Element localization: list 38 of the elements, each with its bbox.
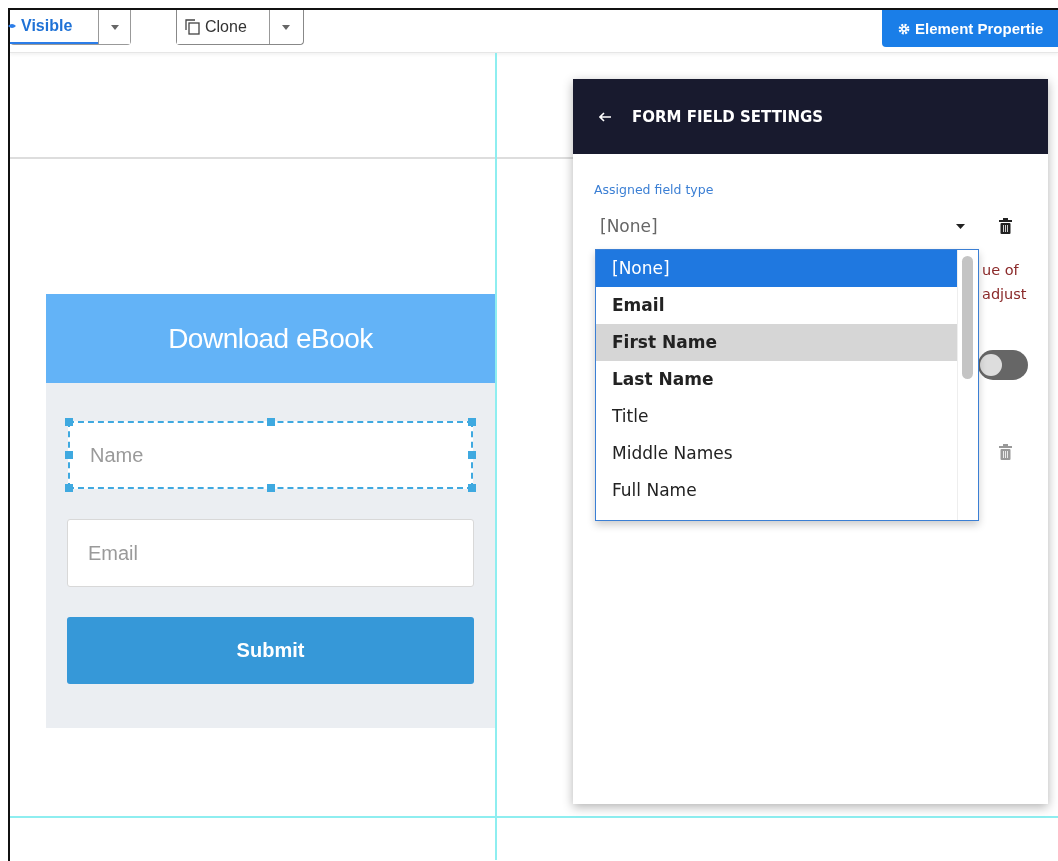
caret-icon bbox=[110, 24, 119, 30]
resize-handle[interactable] bbox=[65, 484, 73, 492]
toggle-switch[interactable] bbox=[978, 350, 1028, 380]
dropdown-button[interactable] bbox=[269, 10, 301, 44]
dropdown-option[interactable]: Full Name bbox=[596, 472, 957, 509]
resize-handle[interactable] bbox=[266, 484, 275, 492]
resize-handle[interactable] bbox=[266, 418, 275, 426]
resize-handle[interactable] bbox=[468, 418, 476, 426]
text-field[interactable]: Email bbox=[68, 520, 473, 586]
text-field[interactable]: Name bbox=[70, 423, 471, 487]
resize-handle[interactable] bbox=[468, 451, 476, 459]
copy-icon bbox=[185, 19, 200, 35]
trash-icon[interactable] bbox=[999, 218, 1012, 234]
dropdown-option[interactable]: Middle Names bbox=[596, 435, 957, 472]
gear-icon bbox=[898, 22, 910, 35]
field-label: Assigned field type bbox=[594, 182, 715, 197]
scrollbar-thumb[interactable] bbox=[962, 256, 973, 379]
resize-handle[interactable] bbox=[65, 418, 73, 426]
dropdown-option[interactable]: Last Name bbox=[596, 361, 957, 398]
panel-title: FORM FIELD SETTINGS bbox=[632, 107, 824, 126]
dropdown-button[interactable] bbox=[98, 10, 130, 44]
caret-icon bbox=[281, 24, 290, 30]
back-arrow-icon[interactable] bbox=[599, 111, 612, 122]
dropdown-option[interactable]: Email bbox=[596, 287, 957, 324]
eye-icon bbox=[8, 21, 16, 31]
element-properties-button[interactable]: Element Propertie bbox=[882, 10, 1058, 47]
clone-button[interactable]: Clone bbox=[177, 10, 269, 44]
dropdown-option[interactable]: First Name bbox=[596, 324, 957, 361]
dropdown-option[interactable]: [None] bbox=[596, 250, 957, 287]
resize-handle[interactable] bbox=[65, 451, 73, 459]
caret-icon bbox=[956, 223, 965, 229]
dropdown-option[interactable]: Title bbox=[596, 398, 957, 435]
field-type-select[interactable]: [None] bbox=[594, 210, 977, 242]
help-text: adjust bbox=[982, 285, 1027, 304]
form-title: Download eBook bbox=[168, 322, 373, 355]
help-text: ue of bbox=[982, 261, 1020, 280]
visibility-button[interactable]: Visible bbox=[10, 10, 98, 44]
resize-handle[interactable] bbox=[468, 484, 476, 492]
